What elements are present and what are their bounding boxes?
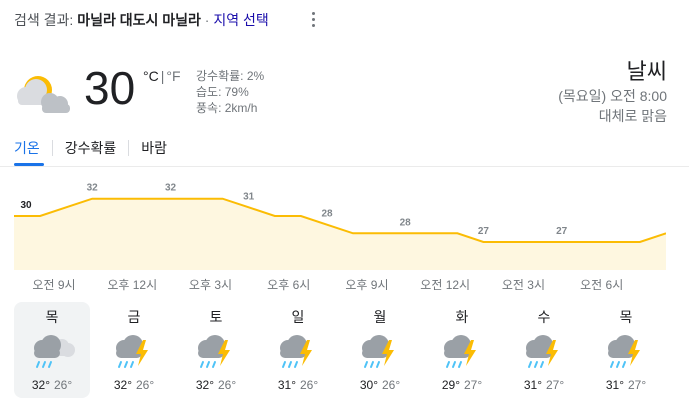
location-name: 마닐라 대도시 마닐라	[77, 12, 201, 28]
forecast-day[interactable]: 일 31° 26°	[260, 302, 336, 398]
tab-precipitation[interactable]: 강수확률	[65, 138, 117, 158]
forecast-temperatures: 32° 26°	[96, 378, 172, 392]
thunderstorm-icon	[280, 335, 312, 368]
low-temperature: 27°	[546, 378, 565, 392]
forecast-day-name: 목	[45, 309, 59, 325]
forecast-temperatures: 31° 27°	[588, 378, 664, 392]
weather-datetime: (목요일) 오전 8:00	[558, 88, 667, 104]
unit-toggle: °C | °F	[143, 68, 181, 84]
high-temperature: 32°	[113, 378, 132, 392]
hour-label: 오전 12시	[420, 278, 471, 292]
forecast-temperatures: 32° 26°	[178, 378, 254, 392]
tabs-divider	[0, 166, 689, 167]
forecast-day[interactable]: 금 32° 26°	[96, 302, 172, 398]
low-temperature: 26°	[136, 378, 155, 392]
forecast-day[interactable]: 목 32° 26°	[14, 302, 90, 398]
hour-label: 오전 3시	[501, 278, 546, 292]
thunderstorm-icon	[444, 335, 476, 368]
high-temperature: 29°	[441, 378, 460, 392]
unit-separator: |	[160, 68, 165, 84]
high-temperature: 30°	[359, 378, 378, 392]
forecast-temperatures: 31° 27°	[506, 378, 582, 392]
high-temperature: 31°	[277, 378, 296, 392]
tab-temperature[interactable]: 기온	[14, 138, 40, 158]
hour-label: 오전 6시	[580, 278, 624, 292]
temperature-data-label: 28	[321, 209, 333, 220]
temperature-data-label: 30	[20, 200, 32, 211]
choose-region-link[interactable]: 지역 선택	[213, 12, 268, 28]
forecast-day-name: 금	[127, 309, 141, 325]
forecast-day-name: 목	[619, 309, 633, 325]
temperature-data-label: 32	[87, 183, 99, 194]
low-temperature: 26°	[300, 378, 319, 392]
thunderstorm-icon	[526, 335, 558, 368]
low-temperature: 27°	[628, 378, 647, 392]
hour-label: 오후 6시	[267, 278, 311, 292]
unit-fahrenheit[interactable]: °F	[166, 68, 180, 84]
thunderstorm-icon	[608, 335, 640, 368]
more-options-icon[interactable]	[305, 8, 321, 30]
forecast-day[interactable]: 화 29° 27°	[424, 302, 500, 398]
high-temperature: 32°	[31, 378, 50, 392]
high-temperature: 31°	[605, 378, 624, 392]
forecast-day-name: 토	[209, 309, 223, 325]
temperature-data-label: 32	[165, 183, 177, 194]
forecast-day-name: 일	[291, 309, 305, 325]
high-temperature: 31°	[523, 378, 542, 392]
current-temperature: 30	[84, 62, 136, 114]
tab-wind[interactable]: 바람	[141, 138, 167, 158]
humidity-stat: 습도: 79%	[196, 85, 249, 99]
temperature-data-label: 28	[400, 217, 412, 228]
temperature-data-label: 27	[556, 226, 568, 237]
wind-stat: 풍속: 2km/h	[196, 101, 258, 115]
low-temperature: 27°	[464, 378, 483, 392]
temperature-data-label: 27	[478, 226, 490, 237]
weather-summary: 날씨 (목요일) 오전 8:00 대체로 맑음	[558, 58, 667, 126]
precipitation-stat: 강수확률: 2%	[196, 69, 265, 83]
forecast-temperatures: 29° 27°	[424, 378, 500, 392]
forecast-day-name: 화	[455, 309, 469, 325]
weather-stats: 강수확률: 2% 습도: 79% 풍속: 2km/h	[196, 68, 264, 116]
temperature-data-label: 31	[243, 191, 255, 202]
hour-label: 오전 9시	[32, 278, 76, 292]
low-temperature: 26°	[218, 378, 237, 392]
forecast-temperatures: 30° 26°	[342, 378, 418, 392]
forecast-day[interactable]: 월 30° 26°	[342, 302, 418, 398]
thunderstorm-icon	[116, 335, 148, 368]
tab-divider	[128, 140, 130, 156]
hour-label: 오후 12시	[107, 278, 158, 292]
weather-tabs: 기온 강수확률 바람	[14, 138, 167, 158]
hour-label: 오후 9시	[345, 278, 389, 292]
daily-forecast: 목 32° 26° 금 32° 26° 토 32° 26° 일 31° 26° 월 30° 26° 화 29° 2…	[14, 302, 674, 398]
forecast-temperatures: 31° 26°	[260, 378, 336, 392]
thunderstorm-icon	[198, 335, 230, 368]
unit-celsius[interactable]: °C	[143, 68, 159, 84]
search-header: 검색 결과: 마닐라 대도시 마닐라 · 지역 선택	[14, 10, 269, 30]
weather-title: 날씨	[626, 59, 667, 84]
forecast-day[interactable]: 토 32° 26°	[178, 302, 254, 398]
temperature-area	[14, 198, 666, 270]
header-separator: ·	[200, 12, 214, 28]
thunderstorm-icon	[362, 335, 394, 368]
forecast-day[interactable]: 수 31° 27°	[506, 302, 582, 398]
low-temperature: 26°	[54, 378, 73, 392]
forecast-day-name: 월	[373, 309, 387, 325]
hour-axis: 오전 9시 오후 12시 오후 3시 오후 6시 오후 9시 오전 12시 오전 3시 오전 …	[0, 276, 689, 294]
partly-cloudy-icon	[17, 76, 70, 113]
low-temperature: 26°	[382, 378, 401, 392]
cloudy-rain-icon	[34, 335, 75, 368]
high-temperature: 32°	[195, 378, 214, 392]
search-prefix: 검색 결과:	[14, 12, 78, 28]
hour-label: 오후 3시	[188, 278, 233, 292]
forecast-temperatures: 32° 26°	[14, 378, 90, 392]
forecast-day-name: 수	[537, 309, 551, 325]
weather-condition: 대체로 맑음	[598, 108, 667, 124]
forecast-day[interactable]: 목 31° 27°	[588, 302, 664, 398]
temperature-chart: 30 32 32 31 28 28 27 27	[14, 183, 666, 270]
tab-divider	[51, 140, 53, 156]
